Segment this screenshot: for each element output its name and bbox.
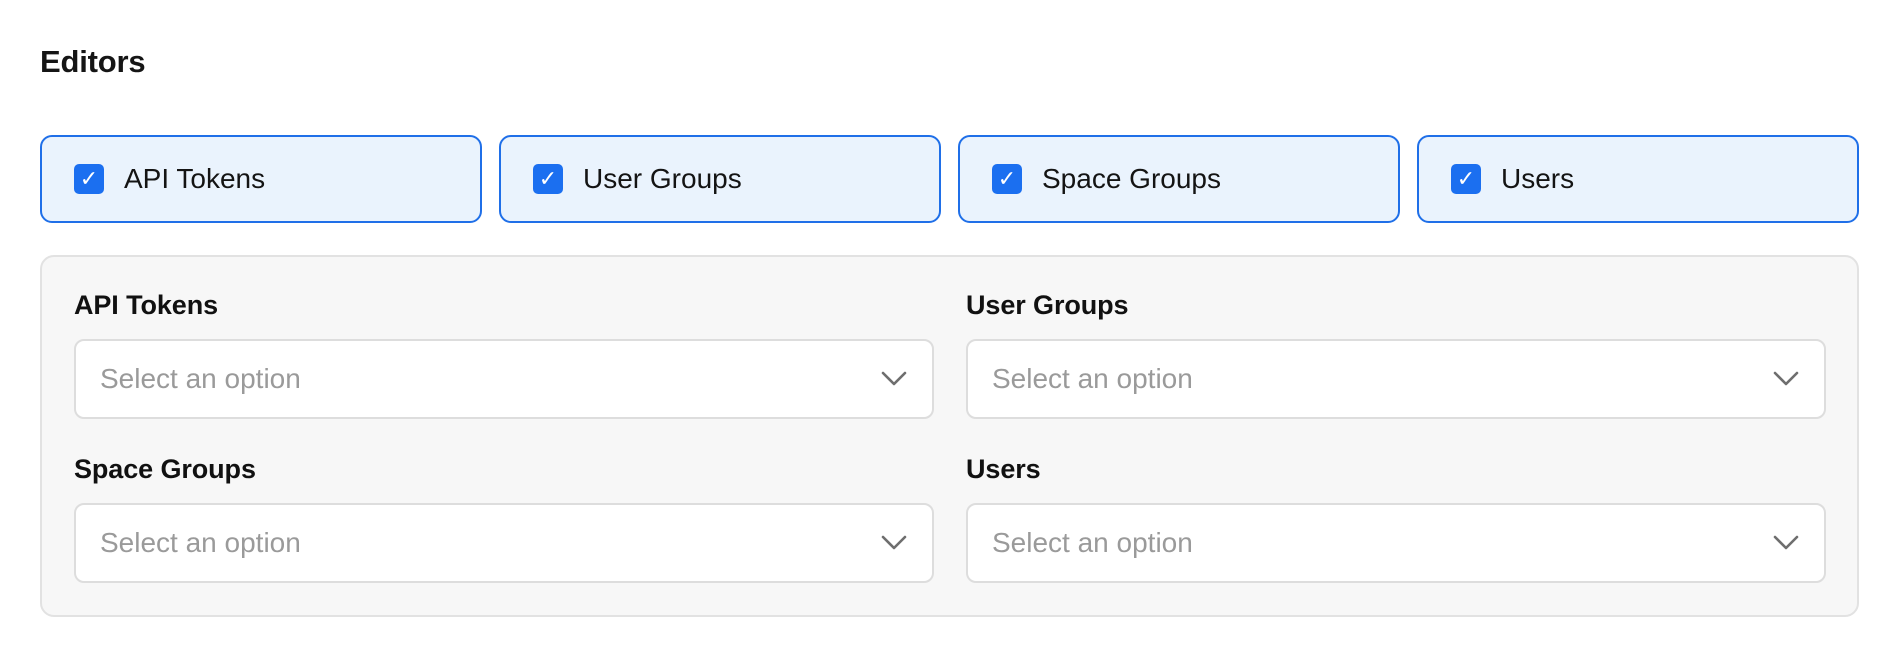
checkmark-icon[interactable]: ✓	[992, 164, 1022, 194]
editors-section: Editors ✓ API Tokens ✓ User Groups ✓ Spa…	[0, 0, 1900, 658]
field-api-tokens: API Tokens Select an option	[74, 290, 934, 419]
users-select[interactable]: Select an option	[966, 503, 1826, 583]
checkmark-icon[interactable]: ✓	[533, 164, 563, 194]
field-label: Space Groups	[74, 454, 256, 484]
select-placeholder: Select an option	[100, 363, 301, 394]
chip-label: Space Groups	[1042, 163, 1221, 194]
chip-user-groups[interactable]: ✓ User Groups	[499, 135, 941, 223]
api-tokens-select[interactable]: Select an option	[74, 339, 934, 419]
field-label: API Tokens	[74, 290, 219, 320]
chip-api-tokens[interactable]: ✓ API Tokens	[40, 135, 482, 223]
chevron-down-icon[interactable]	[880, 370, 908, 388]
checkmark-icon[interactable]: ✓	[1451, 164, 1481, 194]
chip-label: Users	[1501, 163, 1575, 194]
editor-selection-panel: API Tokens Select an option User Groups …	[40, 255, 1859, 617]
field-label: Users	[966, 454, 1041, 484]
section-title: Editors	[40, 44, 146, 79]
space-groups-select[interactable]: Select an option	[74, 503, 934, 583]
field-users: Users Select an option	[966, 454, 1826, 583]
editor-type-chips: ✓ API Tokens ✓ User Groups ✓ Space Group…	[40, 135, 1859, 223]
field-label: User Groups	[966, 290, 1129, 320]
checkmark-icon[interactable]: ✓	[74, 164, 104, 194]
chip-users[interactable]: ✓ Users	[1417, 135, 1859, 223]
chip-label: User Groups	[583, 163, 742, 194]
field-space-groups: Space Groups Select an option	[74, 454, 934, 583]
field-user-groups: User Groups Select an option	[966, 290, 1826, 419]
select-placeholder: Select an option	[992, 363, 1193, 394]
user-groups-select[interactable]: Select an option	[966, 339, 1826, 419]
select-placeholder: Select an option	[992, 527, 1193, 558]
chevron-down-icon[interactable]	[1772, 370, 1800, 388]
select-placeholder: Select an option	[100, 527, 301, 558]
chevron-down-icon[interactable]	[1772, 534, 1800, 552]
chevron-down-icon[interactable]	[880, 534, 908, 552]
chip-label: API Tokens	[124, 163, 266, 194]
chip-space-groups[interactable]: ✓ Space Groups	[958, 135, 1400, 223]
